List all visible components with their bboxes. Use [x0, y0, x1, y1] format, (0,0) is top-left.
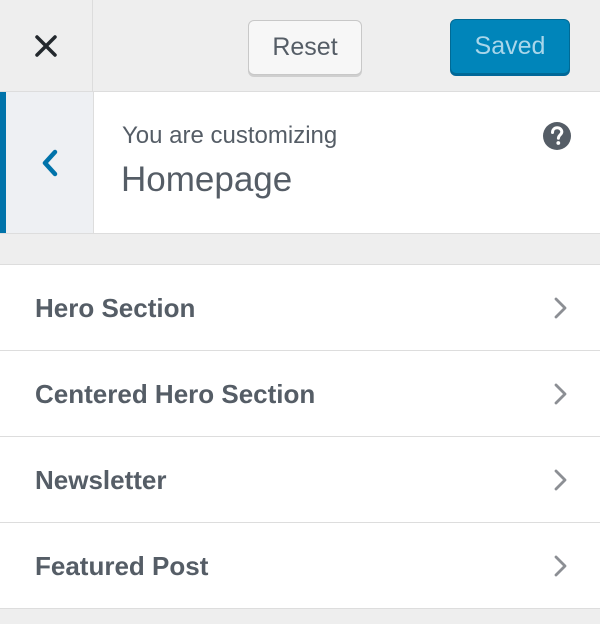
- chevron-left-icon: [42, 149, 57, 176]
- section-list: Hero Section Centered Hero Section Newsl…: [0, 264, 600, 609]
- close-icon: [35, 35, 57, 57]
- chevron-right-icon: [554, 297, 567, 319]
- section-item-hero-section[interactable]: Hero Section: [0, 265, 600, 351]
- help-button[interactable]: [542, 121, 572, 151]
- section-item-label: Centered Hero Section: [35, 379, 316, 409]
- close-button[interactable]: [0, 0, 93, 92]
- customizer-header: Reset Saved: [0, 0, 600, 92]
- help-icon: [543, 122, 571, 150]
- chevron-right-icon: [554, 383, 567, 405]
- section-item-label: Newsletter: [35, 465, 167, 495]
- chevron-right-icon: [554, 469, 567, 491]
- chevron-right-icon: [554, 555, 567, 577]
- page-title: Homepage: [121, 160, 293, 199]
- section-item-newsletter[interactable]: Newsletter: [0, 437, 600, 523]
- back-button[interactable]: [0, 92, 94, 233]
- section-item-label: Hero Section: [35, 293, 196, 323]
- customizing-subtitle: You are customizing: [122, 122, 338, 149]
- section-item-featured-post[interactable]: Featured Post: [0, 523, 600, 609]
- customizing-context: You are customizing Homepage: [0, 92, 600, 234]
- section-item-centered-hero-section[interactable]: Centered Hero Section: [0, 351, 600, 437]
- saved-button[interactable]: Saved: [450, 19, 570, 74]
- reset-button[interactable]: Reset: [248, 20, 362, 75]
- section-item-label: Featured Post: [35, 551, 209, 581]
